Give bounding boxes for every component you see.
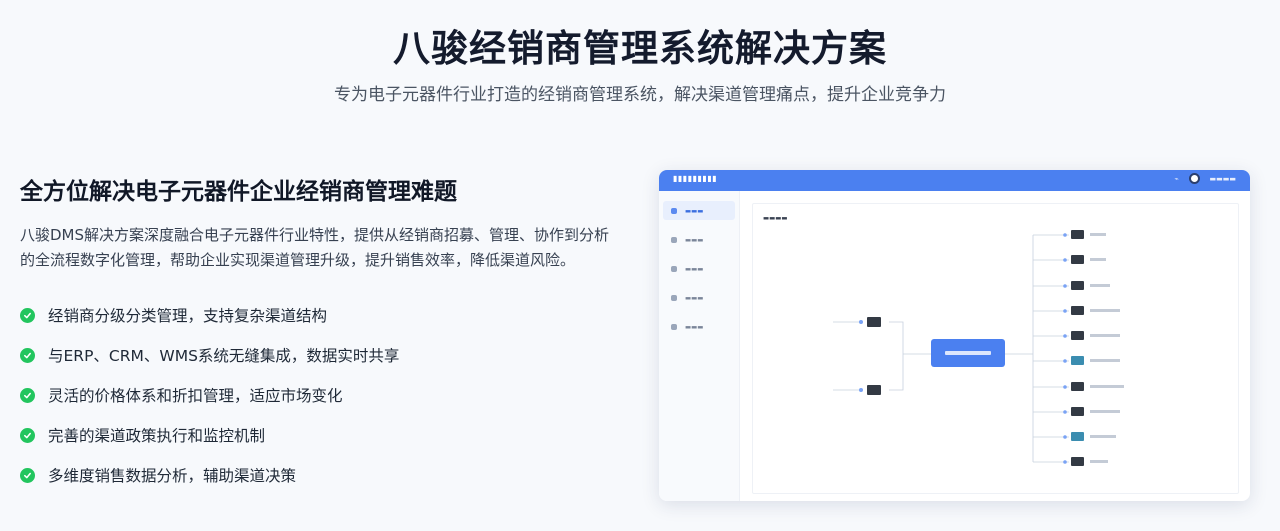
nav-icon (671, 323, 677, 330)
check-icon (20, 427, 35, 443)
page-title: 八骏经销商管理系统解决方案 (393, 27, 887, 70)
screenshot-panel: ▬▬▬▬ (752, 203, 1239, 494)
check-icon (20, 467, 35, 483)
feature-text: 灵活的价格体系和折扣管理，适应市场变化 (48, 387, 343, 405)
screenshot-nav-item: ▬▬▬ (663, 288, 735, 307)
feature-text: 经销商分级分类管理，支持复杂渠道结构 (48, 307, 328, 325)
section-description: 八骏DMS解决方案深度融合电子元器件行业特性，提供从经销商招募、管理、协作到分析… (20, 226, 610, 269)
product-screenshot: ▮▮▮▮▮▮▮▮▮ ⌁ ▬▬▬▬ ▬▬▬ ▬▬▬ ▬▬▬ ▬▬▬ ▬▬▬ ▬▬▬… (659, 170, 1250, 501)
screenshot-logo: ▮▮▮▮▮▮▮▮▮ (673, 174, 718, 183)
nav-icon (671, 265, 677, 272)
feature-item: 完善的渠道政策执行和监控机制 (20, 415, 620, 455)
feature-item: 经销商分级分类管理，支持复杂渠道结构 (20, 295, 620, 335)
screenshot-nav-item: ▬▬▬ (663, 201, 735, 220)
feature-item: 多维度销售数据分析，辅助渠道决策 (20, 455, 620, 495)
section-title: 全方位解决电子元器件企业经销商管理难题 (20, 179, 457, 205)
check-icon (20, 347, 35, 363)
feature-item: 与ERP、CRM、WMS系统无缝集成，数据实时共享 (20, 335, 620, 375)
channel-diagram (833, 230, 1124, 466)
check-icon (20, 387, 35, 403)
feature-text: 与ERP、CRM、WMS系统无缝集成，数据实时共享 (48, 347, 400, 365)
screenshot-topbar: ▮▮▮▮▮▮▮▮▮ ⌁ ▬▬▬▬ (659, 170, 1250, 191)
feature-text: 多维度销售数据分析，辅助渠道决策 (48, 467, 297, 485)
page-subtitle: 专为电子元器件行业打造的经销商管理系统，解决渠道管理痛点，提升企业竞争力 (334, 85, 946, 105)
bell-icon: ⌁ (1174, 174, 1179, 183)
nav-icon (671, 294, 677, 301)
feature-item: 灵活的价格体系和折扣管理，适应市场变化 (20, 375, 620, 415)
check-icon (20, 307, 35, 323)
screenshot-user-area: ⌁ ▬▬▬▬ (1174, 173, 1236, 184)
screenshot-nav-item: ▬▬▬ (663, 259, 735, 278)
screenshot-nav-item: ▬▬▬ (663, 317, 735, 336)
user-name-placeholder: ▬▬▬▬ (1209, 174, 1236, 183)
nav-icon (671, 236, 677, 243)
diagram-nodes (859, 230, 1124, 466)
feature-list: 经销商分级分类管理，支持复杂渠道结构 与ERP、CRM、WMS系统无缝集成，数据… (20, 295, 620, 495)
avatar (1188, 173, 1200, 184)
feature-section: 全方位解决电子元器件企业经销商管理难题 八骏DMS解决方案深度融合电子元器件行业… (20, 172, 620, 495)
screenshot-nav-item: ▬▬▬ (663, 230, 735, 249)
feature-text: 完善的渠道政策执行和监控机制 (48, 427, 266, 445)
screenshot-sidebar: ▬▬▬ ▬▬▬ ▬▬▬ ▬▬▬ ▬▬▬ (659, 191, 740, 501)
nav-icon (671, 207, 677, 214)
